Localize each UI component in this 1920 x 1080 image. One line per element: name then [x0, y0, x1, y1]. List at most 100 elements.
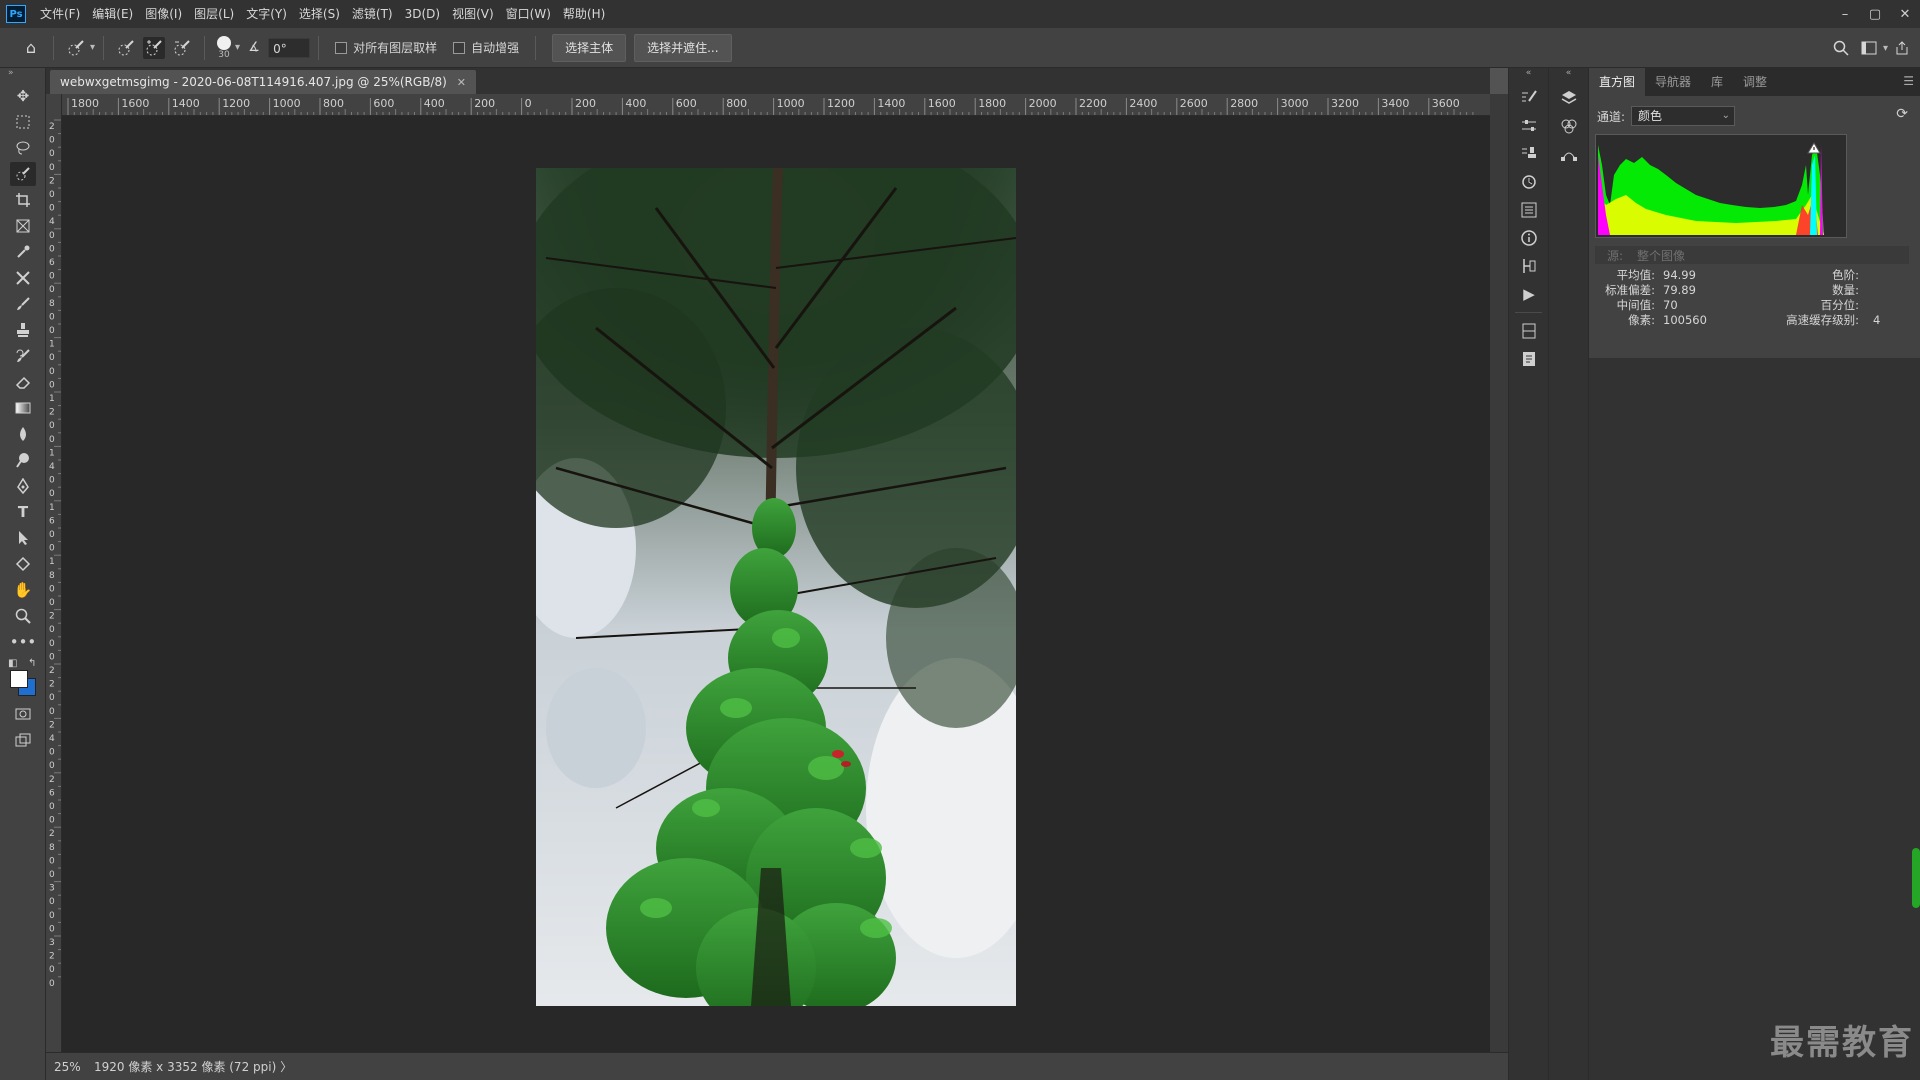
clone-source-icon[interactable] — [1515, 142, 1543, 166]
minimize-button[interactable]: – — [1830, 0, 1860, 28]
foreground-color-swatch[interactable] — [10, 670, 28, 688]
checkbox-box[interactable] — [453, 41, 466, 54]
menu-file[interactable]: 文件(F) — [34, 0, 86, 28]
pen-tool-icon[interactable] — [10, 474, 36, 498]
subtract-from-selection-brush-icon[interactable] — [171, 37, 193, 59]
tab-libraries[interactable]: 库 — [1701, 68, 1733, 96]
maximize-button[interactable]: ▢ — [1860, 0, 1890, 28]
status-menu-arrow-icon[interactable]: 〉 — [280, 1058, 292, 1075]
angle-icon: ∡ — [248, 40, 260, 55]
select-subject-button[interactable]: 选择主体 — [552, 33, 627, 62]
quick-select-preset-icon[interactable] — [65, 37, 87, 59]
notes-icon[interactable] — [1515, 347, 1543, 371]
add-to-selection-brush-icon[interactable] — [143, 36, 166, 59]
document-image[interactable] — [536, 168, 1016, 1006]
eyedropper-tool-icon[interactable] — [10, 240, 36, 264]
blur-tool-icon[interactable] — [10, 422, 36, 446]
chevron-down-icon[interactable]: ▾ — [235, 42, 240, 53]
gradient-tool-icon[interactable] — [10, 396, 36, 420]
menu-filter[interactable]: 滤镜(T) — [346, 0, 399, 28]
checkbox-box[interactable] — [335, 41, 348, 54]
paths-icon[interactable] — [1555, 142, 1583, 166]
swap-colors-icon[interactable]: ↰ — [28, 658, 36, 669]
horizontal-ruler[interactable]: 1800 1600 1400 1200 1000 800 600 400 200 0 200 400 6… — [62, 94, 1490, 116]
menu-window[interactable]: 窗口(W) — [500, 0, 557, 28]
auto-enhance-checkbox[interactable]: 自动增强 — [453, 39, 519, 56]
select-and-mask-button[interactable]: 选择并遮住... — [634, 33, 732, 62]
chevron-down-icon[interactable]: ▾ — [1883, 43, 1888, 54]
chevron-down-icon[interactable]: ▾ — [90, 42, 95, 53]
move-tool-icon[interactable]: ✥ — [10, 84, 36, 108]
source-value[interactable]: 整个图像 — [1637, 247, 1685, 264]
path-selection-tool-icon[interactable] — [10, 526, 36, 550]
brush-tool-icon[interactable] — [10, 292, 36, 316]
quick-mask-icon[interactable] — [10, 702, 36, 726]
history-brush-tool-icon[interactable] — [10, 344, 36, 368]
properties-icon[interactable] — [1515, 198, 1543, 222]
refresh-icon[interactable]: ⟳ — [1896, 106, 1908, 122]
tab-adjustments[interactable]: 调整 — [1733, 68, 1777, 96]
tab-histogram[interactable]: 直方图 — [1589, 68, 1646, 96]
custom-shape-tool-icon[interactable] — [10, 552, 36, 576]
healing-brush-tool-icon[interactable] — [10, 266, 36, 290]
type-tool-icon[interactable]: T — [10, 500, 36, 524]
ruler-label: 1 — [49, 557, 55, 567]
canvas-area[interactable] — [62, 116, 1490, 1052]
menu-edit[interactable]: 编辑(E) — [86, 0, 139, 28]
menu-select[interactable]: 选择(S) — [293, 0, 346, 28]
collapse-dock-icon[interactable]: « — [1549, 68, 1588, 82]
menu-3d[interactable]: 3D(D) — [399, 0, 446, 28]
collapse-dock-icon[interactable]: « — [1509, 68, 1548, 82]
expand-toolbar-icon[interactable]: » — [0, 68, 45, 82]
status-bar: 25% 1920 像素 x 3352 像素 (72 ppi) 〉 — [46, 1052, 1508, 1080]
ruler-label: 3000 — [1281, 97, 1309, 110]
menu-layer[interactable]: 图层(L) — [188, 0, 240, 28]
search-icon[interactable] — [1830, 37, 1852, 59]
brush-size-picker[interactable]: 30 — [217, 35, 232, 60]
sample-all-layers-checkbox[interactable]: 对所有图层取样 — [335, 39, 437, 56]
workspace-icon[interactable] — [1858, 37, 1880, 59]
canvas-vertical-scrollbar[interactable] — [1490, 94, 1508, 1052]
layers-icon[interactable] — [1555, 86, 1583, 110]
menu-image[interactable]: 图像(I) — [139, 0, 188, 28]
close-tab-icon[interactable]: ✕ — [457, 76, 466, 89]
brush-settings-icon[interactable] — [1515, 86, 1543, 110]
clone-stamp-tool-icon[interactable] — [10, 318, 36, 342]
share-icon[interactable] — [1891, 37, 1913, 59]
glyphs-icon[interactable] — [1515, 254, 1543, 278]
panel-scrollbar-thumb[interactable] — [1912, 848, 1920, 908]
angle-input[interactable]: 0° — [268, 37, 311, 58]
new-selection-brush-icon[interactable] — [115, 37, 137, 59]
zoom-tool-icon[interactable] — [10, 604, 36, 628]
adjustments-sliders-icon[interactable] — [1515, 114, 1543, 138]
info-icon[interactable] — [1515, 226, 1543, 250]
channels-icon[interactable] — [1555, 114, 1583, 138]
more-tools-icon[interactable]: ••• — [10, 630, 37, 654]
screen-mode-icon[interactable] — [10, 728, 36, 752]
eraser-tool-icon[interactable] — [10, 370, 36, 394]
lasso-tool-icon[interactable] — [10, 136, 36, 160]
actions-play-icon[interactable]: ▶ — [1515, 282, 1543, 306]
tab-navigator[interactable]: 导航器 — [1645, 68, 1701, 96]
menu-view[interactable]: 视图(V) — [446, 0, 500, 28]
close-window-button[interactable]: ✕ — [1890, 0, 1920, 28]
document-tab[interactable]: webwxgetmsgimg - 2020-06-08T114916.407.j… — [50, 70, 477, 94]
frame-tool-icon[interactable] — [10, 214, 36, 238]
crop-tool-icon[interactable] — [10, 188, 36, 212]
hand-tool-icon[interactable]: ✋ — [10, 578, 36, 602]
quick-selection-tool-icon[interactable] — [10, 162, 36, 186]
panel-menu-icon[interactable]: ☰ — [1903, 74, 1914, 88]
home-icon[interactable]: ⌂ — [20, 37, 42, 59]
menu-help[interactable]: 帮助(H) — [557, 0, 611, 28]
ruler-origin[interactable] — [46, 94, 62, 116]
channel-select[interactable]: 颜色 ⌄ — [1631, 106, 1736, 126]
vertical-ruler[interactable]: 2 0 0 0 2 0 0 4 0 0 6 0 0 8 0 0 1 0 0 0 1 2 0 0 1 4 0 0 1 6 0 0 1 8 0 0 2 0 0 0… — [46, 116, 62, 1052]
ruler-label: 3 — [49, 938, 55, 948]
layer-comps-icon[interactable] — [1515, 319, 1543, 343]
zoom-level[interactable]: 25% — [46, 1060, 94, 1074]
dodge-tool-icon[interactable] — [10, 448, 36, 472]
history-icon[interactable] — [1515, 170, 1543, 194]
marquee-tool-icon[interactable] — [10, 110, 36, 134]
default-colors-icon[interactable]: ◧ — [8, 658, 17, 669]
menu-type[interactable]: 文字(Y) — [240, 0, 293, 28]
